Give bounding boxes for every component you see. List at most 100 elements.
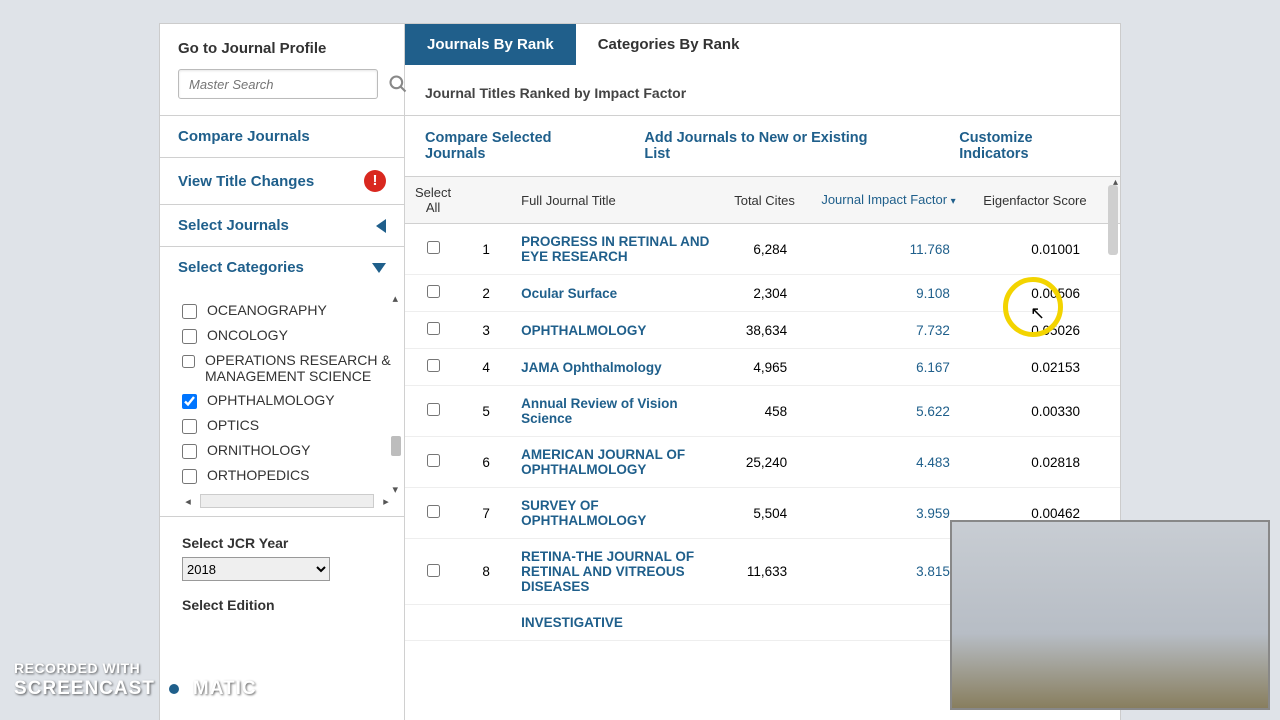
jcr-year-label: Select JCR Year <box>182 535 404 551</box>
cell-rank: 1 <box>461 224 511 275</box>
category-label: OPTICS <box>207 417 259 433</box>
category-checkbox[interactable] <box>182 329 197 344</box>
cell-journal-title[interactable]: JAMA Ophthalmology <box>511 349 722 386</box>
alert-icon: ! <box>364 170 386 192</box>
category-item[interactable]: ORNITHOLOGY <box>182 442 392 459</box>
row-checkbox[interactable] <box>427 322 440 335</box>
category-list: ▴ ▾ OCEANOGRAPHY ONCOLOGY OPERATIONS RESEA… <box>160 288 404 517</box>
cell-total-cites: 11,633 <box>722 539 807 605</box>
select-categories-toggle[interactable]: Select Categories <box>178 259 386 276</box>
cell-journal-title[interactable]: SURVEY OF OPHTHALMOLOGY <box>511 488 722 539</box>
cell-eigen: 0.00330 <box>970 386 1100 437</box>
row-checkbox[interactable] <box>427 564 440 577</box>
cell-journal-title[interactable]: RETINA-THE JOURNAL OF RETINAL AND VITREO… <box>511 539 722 605</box>
cell-eigen: 0.02153 <box>970 349 1100 386</box>
jcr-year-select[interactable]: 2018 <box>182 557 330 581</box>
cell-total-cites: 458 <box>722 386 807 437</box>
cell-journal-title[interactable]: Annual Review of Vision Science <box>511 386 722 437</box>
category-checkbox[interactable] <box>182 444 197 459</box>
page-subtitle: Journal Titles Ranked by Impact Factor <box>405 65 1120 116</box>
col-jif[interactable]: Journal Impact Factor ▾ <box>807 177 970 224</box>
cell-eigen: 0.02818 <box>970 437 1100 488</box>
cell-journal-title[interactable]: OPHTHALMOLOGY <box>511 312 722 349</box>
cell-jif[interactable]: 3.815 <box>807 539 970 605</box>
chevron-down-icon <box>372 263 386 273</box>
col-select-all[interactable]: Select All <box>405 177 461 224</box>
cell-eigen: 0.00506 <box>970 275 1100 312</box>
cell-total-cites: 4,965 <box>722 349 807 386</box>
cell-jif[interactable]: 3.959 <box>807 488 970 539</box>
customize-indicators-link[interactable]: Customize Indicators <box>959 130 1100 162</box>
row-checkbox[interactable] <box>427 505 440 518</box>
cell-journal-title[interactable]: AMERICAN JOURNAL OF OPHTHALMOLOGY <box>511 437 722 488</box>
table-row: 2Ocular Surface2,3049.1080.00506 <box>405 275 1120 312</box>
row-checkbox[interactable] <box>427 285 440 298</box>
cell-total-cites <box>722 605 807 641</box>
table-row: 6AMERICAN JOURNAL OF OPHTHALMOLOGY25,240… <box>405 437 1120 488</box>
tab-journals-by-rank[interactable]: Journals By Rank <box>405 24 576 65</box>
cell-journal-title[interactable]: Ocular Surface <box>511 275 722 312</box>
category-item[interactable]: ONCOLOGY <box>182 327 392 344</box>
table-row: 1PROGRESS IN RETINAL AND EYE RESEARCH6,2… <box>405 224 1120 275</box>
cell-rank: 3 <box>461 312 511 349</box>
row-checkbox[interactable] <box>427 359 440 372</box>
scroll-down-icon[interactable]: ▾ <box>392 483 398 496</box>
table-row: 5Annual Review of Vision Science4585.622… <box>405 386 1120 437</box>
cell-jif[interactable]: 6.167 <box>807 349 970 386</box>
scroll-up-icon[interactable]: ▴ <box>392 292 398 305</box>
cell-journal-title[interactable]: PROGRESS IN RETINAL AND EYE RESEARCH <box>511 224 722 275</box>
scrollbar-thumb[interactable] <box>391 436 401 456</box>
row-checkbox[interactable] <box>427 454 440 467</box>
category-item[interactable]: ORTHOPEDICS <box>182 467 392 484</box>
chevron-left-icon <box>376 219 386 233</box>
cell-jif[interactable]: 9.108 <box>807 275 970 312</box>
edition-label: Select Edition <box>182 597 404 613</box>
tab-bar: Journals By Rank Categories By Rank <box>405 24 1120 65</box>
category-item[interactable]: OPHTHALMOLOGY <box>182 392 392 409</box>
compare-journals-link[interactable]: Compare Journals <box>178 128 386 145</box>
table-scrollbar-thumb[interactable] <box>1108 185 1118 255</box>
select-journals-toggle[interactable]: Select Journals <box>178 217 386 234</box>
compare-selected-link[interactable]: Compare Selected Journals <box>425 130 608 162</box>
table-row: 4JAMA Ophthalmology4,9656.1670.02153 <box>405 349 1120 386</box>
view-title-changes-link[interactable]: View Title Changes ! <box>178 170 386 192</box>
cell-rank: 2 <box>461 275 511 312</box>
category-checkbox[interactable] <box>182 304 197 319</box>
category-checkbox[interactable] <box>182 394 197 409</box>
add-to-list-link[interactable]: Add Journals to New or Existing List <box>644 130 887 162</box>
horizontal-scrollbar[interactable]: ◂▸ <box>182 492 392 510</box>
cell-journal-title[interactable]: INVESTIGATIVE <box>511 605 722 641</box>
row-checkbox[interactable] <box>427 241 440 254</box>
category-label: OCEANOGRAPHY <box>207 302 327 318</box>
category-checkbox[interactable] <box>182 419 197 434</box>
row-checkbox[interactable] <box>427 403 440 416</box>
category-label: ONCOLOGY <box>207 327 288 343</box>
category-label: OPERATIONS RESEARCH & MANAGEMENT SCIENCE <box>205 352 392 384</box>
master-search-input[interactable] <box>178 69 378 99</box>
table-row: 3OPHTHALMOLOGY38,6347.7320.05026 <box>405 312 1120 349</box>
cell-jif[interactable] <box>807 605 970 641</box>
category-item[interactable]: OCEANOGRAPHY <box>182 302 392 319</box>
cell-total-cites: 2,304 <box>722 275 807 312</box>
cell-jif[interactable]: 5.622 <box>807 386 970 437</box>
category-checkbox[interactable] <box>182 469 197 484</box>
cell-eigen: 0.01001 <box>970 224 1100 275</box>
category-label: OPHTHALMOLOGY <box>207 392 335 408</box>
cell-rank: 5 <box>461 386 511 437</box>
cell-jif[interactable]: 4.483 <box>807 437 970 488</box>
tab-categories-by-rank[interactable]: Categories By Rank <box>576 24 762 65</box>
cell-eigen: 0.05026 <box>970 312 1100 349</box>
sort-down-icon: ▾ <box>951 196 956 207</box>
cell-jif[interactable]: 11.768 <box>807 224 970 275</box>
category-item[interactable]: OPERATIONS RESEARCH & MANAGEMENT SCIENCE <box>182 352 392 384</box>
cell-total-cites: 25,240 <box>722 437 807 488</box>
cell-rank: 7 <box>461 488 511 539</box>
cell-jif[interactable]: 7.732 <box>807 312 970 349</box>
category-item[interactable]: OPTICS <box>182 417 392 434</box>
col-title: Full Journal Title <box>511 177 722 224</box>
category-checkbox[interactable] <box>182 354 195 369</box>
cell-total-cites: 38,634 <box>722 312 807 349</box>
cell-rank: 6 <box>461 437 511 488</box>
category-label: ORNITHOLOGY <box>207 442 310 458</box>
cell-rank: 8 <box>461 539 511 605</box>
